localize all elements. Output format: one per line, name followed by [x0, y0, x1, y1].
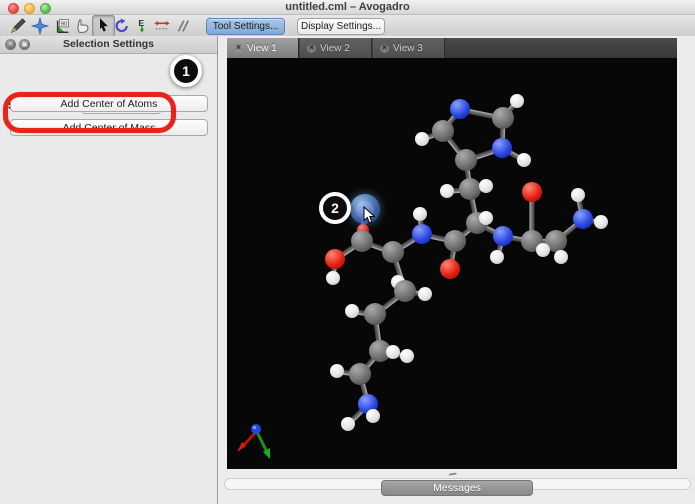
atom-H[interactable] [418, 287, 432, 301]
tool-settings-button[interactable]: Tool Settings... [206, 18, 285, 35]
measure-icon[interactable] [152, 16, 172, 35]
window-title: untitled.cml – Avogadro [285, 1, 410, 13]
messages-button[interactable]: Messages [381, 480, 533, 496]
atom-H[interactable] [554, 250, 568, 264]
atom-C[interactable] [459, 178, 481, 200]
atom-H[interactable] [479, 179, 493, 193]
atom-H[interactable] [366, 409, 380, 423]
selection-settings-panel: ✕ ▣ Selection Settings Selection Mode: A… [0, 36, 217, 504]
panel-header: ✕ ▣ Selection Settings [0, 36, 217, 54]
draw-pencil-icon[interactable] [8, 16, 28, 35]
toolbar: 90 E Tool Settings... Display Settings..… [0, 15, 695, 37]
atom-H[interactable] [517, 153, 531, 167]
atom-H[interactable] [330, 364, 344, 378]
title-bar: untitled.cml – Avogadro [0, 0, 695, 15]
atom-H[interactable] [341, 417, 355, 431]
atom-H[interactable] [440, 184, 454, 198]
atom-O[interactable] [440, 259, 460, 279]
annotation-callout-2: 2 [319, 192, 351, 224]
atom-N[interactable] [412, 224, 432, 244]
atom-O[interactable] [522, 182, 542, 202]
atom-N[interactable] [492, 138, 512, 158]
atom-C[interactable] [394, 280, 416, 302]
annotation-callout-1: 1 [170, 55, 202, 87]
atom-H[interactable] [536, 243, 550, 257]
molecule-canvas[interactable] [227, 58, 677, 469]
atom-H[interactable] [479, 211, 493, 225]
tab-view-2[interactable]: ✕ View 2 [300, 38, 372, 58]
atom-C[interactable] [455, 149, 477, 171]
atom-H[interactable] [571, 188, 585, 202]
atom-H[interactable] [400, 349, 414, 363]
atom-C[interactable] [351, 230, 373, 252]
tab-label: View 3 [393, 42, 423, 54]
display-settings-button[interactable]: Display Settings... [297, 18, 385, 35]
tab-label: View 2 [320, 42, 350, 54]
atom-C[interactable] [382, 241, 404, 263]
atom-N[interactable] [493, 226, 513, 246]
align-icon[interactable] [172, 16, 192, 35]
mouse-cursor-icon [363, 206, 376, 224]
atom-H[interactable] [386, 345, 400, 359]
atom-N[interactable] [450, 99, 470, 119]
axes-indicator-icon [237, 424, 270, 459]
navigate-icon[interactable] [30, 16, 50, 35]
auto-rotate-icon[interactable] [112, 16, 132, 35]
annotation-highlight-oval [3, 92, 176, 133]
tab-close-icon[interactable]: ✕ [380, 43, 389, 53]
manipulate-hand-icon[interactable] [73, 16, 93, 35]
atom-C[interactable] [349, 363, 371, 385]
atom-C[interactable] [364, 303, 386, 325]
auto-optimize-icon[interactable]: E [132, 16, 152, 35]
tab-close-icon[interactable]: ✕ [234, 43, 243, 53]
atom-H[interactable] [415, 132, 429, 146]
atom-C[interactable] [432, 120, 454, 142]
view-tabbar: ✕ View 1 ✕ View 2 ✕ View 3 [227, 38, 677, 58]
tab-view-1[interactable]: ✕ View 1 [227, 38, 299, 58]
atom-H[interactable] [594, 215, 608, 229]
svg-text:90: 90 [61, 21, 68, 27]
atom-H[interactable] [326, 271, 340, 285]
atom-H[interactable] [510, 94, 524, 108]
atom-H[interactable] [345, 304, 359, 318]
bond-centric-manipulate-icon[interactable]: 90 [53, 16, 73, 35]
avogadro-window: untitled.cml – Avogadro 90 E Tool Settin… [0, 0, 695, 504]
atom-N[interactable] [573, 209, 593, 229]
atom-C[interactable] [492, 107, 514, 129]
tab-label: View 1 [247, 42, 277, 54]
panel-title: Selection Settings [62, 38, 155, 50]
tab-close-icon[interactable]: ✕ [307, 43, 316, 53]
atom-H[interactable] [490, 250, 504, 264]
atom-C[interactable] [444, 230, 466, 252]
atom-O[interactable] [325, 249, 345, 269]
atom-H[interactable] [413, 207, 427, 221]
tab-view-3[interactable]: ✕ View 3 [373, 38, 445, 58]
